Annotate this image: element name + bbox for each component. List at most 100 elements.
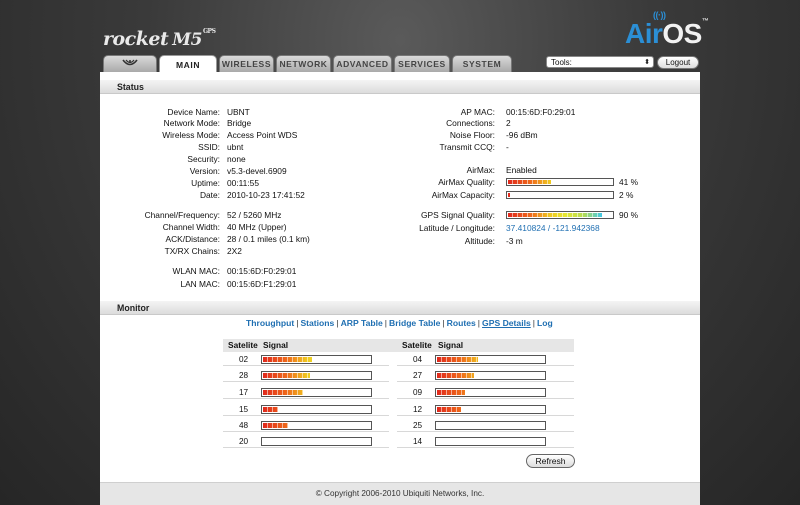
tab-network[interactable]: NETWORK [276, 55, 331, 72]
tab-wireless[interactable]: WIRELESS [219, 55, 274, 72]
tools-label: Tools: [551, 58, 572, 67]
tab-ubiquiti-logo[interactable] [103, 55, 157, 72]
status-value: 00:15:6D:F0:29:01 [227, 266, 297, 276]
status-label: Date: [199, 190, 220, 200]
gps-table-header: Satelite Signal Satelite Signal [223, 339, 574, 352]
lat-long-label: Latitude / Longitude: [419, 223, 495, 233]
refresh-button[interactable]: Refresh [526, 454, 575, 468]
status-label: Channel Width: [162, 222, 220, 232]
trademark-mark: ™ [701, 18, 709, 25]
tools-select[interactable]: Tools: ⬍ [546, 56, 654, 68]
table-row: 14 [397, 435, 574, 448]
gps-signal-quality-value: 90 % [619, 210, 639, 220]
monitor-link-log[interactable]: Log [537, 318, 553, 328]
status-section-header: Status [100, 80, 700, 94]
link-separator: | [336, 318, 339, 328]
status-value: 28 / 0.1 miles (0.1 km) [227, 234, 310, 244]
status-value: Access Point WDS [227, 130, 298, 140]
tab-services[interactable]: SERVICES [394, 55, 450, 72]
monitor-link-throughput[interactable]: Throughput [246, 318, 294, 328]
airmax-quality-fill [508, 180, 551, 184]
satellite-id: 48 [239, 421, 249, 430]
satellite-id: 17 [239, 388, 249, 397]
signal-bar [261, 437, 372, 446]
logout-button[interactable]: Logout [657, 56, 699, 69]
signal-bar [435, 371, 546, 380]
status-label: Security: [187, 154, 220, 164]
link-separator: | [532, 318, 535, 328]
signal-fill [263, 390, 303, 395]
col-satellite-right: Satelite [402, 340, 432, 350]
satellite-id: 02 [239, 355, 249, 364]
satellite-id: 20 [239, 437, 249, 446]
signal-fill [263, 357, 312, 362]
lat-long-link[interactable]: 37.410824 / -121.942368 [506, 223, 600, 234]
transmit-ccq-value: - [506, 142, 509, 152]
airmax-quality-value: 41 % [619, 177, 639, 187]
link-separator: | [477, 318, 481, 328]
airmax-quality-label: AirMax Quality: [438, 177, 495, 187]
col-signal-right: Signal [438, 340, 464, 350]
signal-fill [437, 407, 461, 412]
tab-main[interactable]: MAIN [159, 55, 217, 73]
status-value: v5.3-devel.6909 [227, 166, 287, 176]
airmax-capacity-value: 2 % [619, 190, 634, 200]
col-satellite-left: Satelite [228, 340, 258, 350]
monitor-link-gps-details[interactable]: GPS Details [482, 318, 531, 328]
status-label: Channel/Frequency: [144, 210, 220, 220]
transmit-ccq-label: Transmit CCQ: [439, 142, 495, 152]
monitor-link-bridge-table[interactable]: Bridge Table [389, 318, 440, 328]
status-label: Wireless Mode: [162, 130, 220, 140]
monitor-link-stations[interactable]: Stations [300, 318, 334, 328]
noise-floor-label: Noise Floor: [449, 130, 495, 140]
status-label: Network Mode: [163, 118, 220, 128]
monitor-section-header: Monitor [100, 301, 700, 315]
satellite-id: 04 [413, 355, 423, 364]
table-row: 04 [397, 353, 574, 366]
signal-bar [435, 405, 546, 414]
signal-bar [261, 355, 372, 364]
monitor-link-routes[interactable]: Routes [447, 318, 476, 328]
link-separator: | [384, 318, 387, 328]
signal-bar [261, 388, 372, 397]
table-row: 15 [223, 403, 389, 416]
link-separator: | [442, 318, 445, 328]
signal-bar [435, 437, 546, 446]
signal-fill [263, 423, 288, 428]
status-label: WLAN MAC: [172, 266, 220, 276]
connections-label: Connections: [446, 118, 495, 128]
satellite-id: 28 [239, 371, 249, 380]
tab-advanced[interactable]: ADVANCED [333, 55, 392, 72]
satellite-id: 15 [239, 405, 249, 414]
gps-signal-quality-fill [508, 213, 602, 217]
airmax-quality-bar [506, 178, 614, 186]
airmax-capacity-label: AirMax Capacity: [431, 190, 495, 200]
noise-floor-value: -96 dBm [506, 130, 538, 140]
airos-air-text: Air [625, 18, 663, 49]
table-row: 12 [397, 403, 574, 416]
status-value: ubnt [227, 142, 244, 152]
main-tabs: MAIN WIRELESS NETWORK ADVANCED SERVICES … [103, 55, 514, 73]
copyright-footer: © Copyright 2006-2010 Ubiquiti Networks,… [100, 482, 700, 505]
signal-bar [261, 421, 372, 430]
status-value: 00:15:6D:F1:29:01 [227, 279, 297, 289]
airos-os-text: OS [662, 18, 702, 49]
ubiquiti-u-icon [122, 59, 138, 66]
airmax-capacity-fill [508, 193, 510, 197]
tab-system[interactable]: SYSTEM [452, 55, 512, 72]
status-value: UBNT [227, 107, 250, 117]
ap-mac-label: AP MAC: [460, 107, 495, 117]
table-row: 25 [397, 419, 574, 432]
status-value: 2010-10-23 17:41:52 [227, 190, 305, 200]
signal-bar [435, 355, 546, 364]
airmax-value: Enabled [506, 165, 537, 175]
status-label: Uptime: [191, 178, 220, 188]
monitor-links: Throughput | Stations | ARP Table | Bridge Tab… [246, 318, 553, 328]
table-row: 02 [223, 353, 389, 366]
status-value: Bridge [227, 118, 252, 128]
monitor-link-arp-table[interactable]: ARP Table [341, 318, 383, 328]
signal-fill [437, 390, 465, 395]
table-row: 28 [223, 369, 389, 382]
status-value: 00:11:55 [227, 178, 259, 188]
satellite-id: 09 [413, 388, 423, 397]
